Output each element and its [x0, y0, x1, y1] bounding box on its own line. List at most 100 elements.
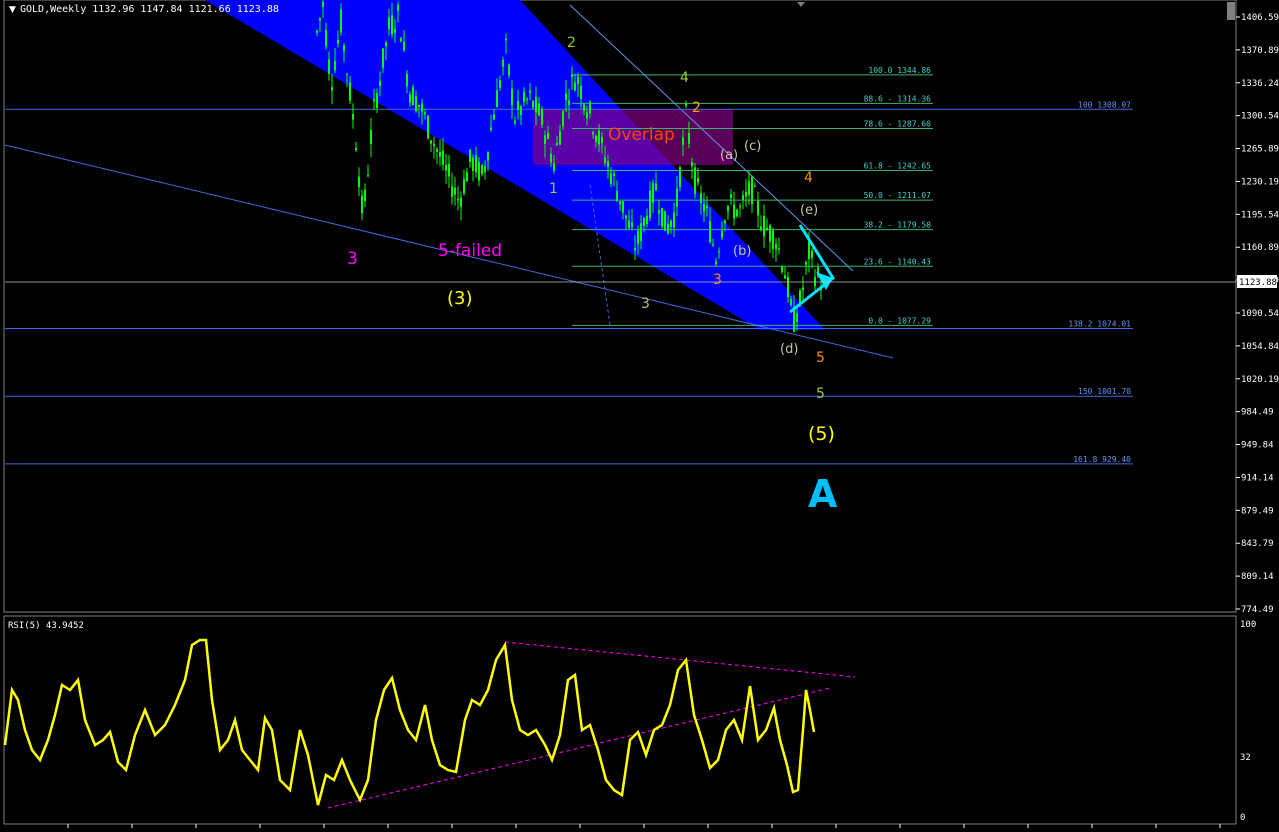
candle-body [337, 40, 339, 44]
candle-body [721, 230, 723, 238]
candle-body [628, 220, 630, 229]
candle-body [325, 29, 327, 47]
rsi-tick-32: 32 [1240, 753, 1251, 763]
candle-body [763, 215, 765, 237]
candle-body [700, 193, 702, 204]
candle-body [814, 277, 816, 287]
wave-label: (5) [808, 423, 835, 445]
price-tick-label: 1336.24 [1241, 79, 1279, 89]
overlap-label: Overlap [608, 125, 675, 145]
candle-body [565, 93, 567, 100]
candle-body [508, 64, 510, 76]
price-tick-label: 1370.89 [1241, 46, 1279, 56]
candle-body [622, 201, 624, 213]
candle-body [328, 59, 330, 74]
wave-label: 3 [347, 249, 358, 269]
wave-label: (c) [744, 139, 761, 154]
candle-body [742, 195, 744, 200]
candle-body [634, 248, 636, 251]
candle-body [403, 41, 405, 51]
candle-body [730, 194, 732, 198]
rsi-tick-0: 0 [1240, 813, 1245, 823]
candle-body [442, 150, 444, 165]
candle-body [532, 101, 534, 108]
candle-body [388, 17, 390, 30]
candle-body [436, 148, 438, 152]
candle-body [466, 172, 468, 182]
fib-level-label: 88.6 - 1314.36 [864, 94, 932, 103]
candle-body [619, 201, 621, 205]
candle-body [367, 174, 369, 176]
price-tick-label: 879.49 [1241, 506, 1274, 516]
wave-label: 4 [680, 70, 689, 86]
candle-body [511, 88, 513, 106]
wave-label: (b) [733, 244, 751, 259]
candle-body [412, 86, 414, 106]
wave-label: (e) [800, 203, 818, 218]
candle-body [391, 15, 393, 35]
candle-body [556, 142, 558, 145]
price-tick-label: 914.14 [1241, 473, 1274, 483]
candle-body [376, 93, 378, 108]
candle-body [379, 80, 381, 86]
menu-triangle-icon[interactable]: ▼ [9, 5, 16, 15]
candle-body [718, 251, 720, 253]
candle-body [550, 153, 552, 163]
trading-chart-window[interactable]: 100.0 1344.86 88.6 - 1314.36 78.6 - 1287.6… [0, 0, 1279, 828]
candle-body [439, 152, 441, 157]
fib-level-label: 23.6 - 1140.43 [864, 257, 932, 266]
candle-body [517, 101, 519, 110]
candle-body [445, 164, 447, 171]
candle-body [802, 287, 804, 291]
price-tick-label: 1265.89 [1241, 145, 1279, 155]
current-price-label: 1123.88 [1239, 278, 1277, 288]
candle-body [811, 250, 813, 258]
price-tick-label: 1300.54 [1241, 112, 1279, 122]
candle-body [592, 132, 594, 135]
candle-body [418, 104, 420, 107]
candle-body [457, 198, 459, 201]
candle-body [463, 179, 465, 194]
candle-body [784, 275, 786, 279]
candle-body [775, 243, 777, 250]
candle-body [493, 114, 495, 120]
candle-body [655, 183, 657, 190]
candle-body [385, 42, 387, 47]
price-tick-label: 1406.59 [1241, 13, 1279, 23]
candle-body [754, 185, 756, 187]
candle-body [421, 103, 423, 112]
candle-body [553, 163, 555, 171]
price-tick-label: 1090.54 [1241, 309, 1279, 319]
candle-body [544, 135, 546, 144]
candle-body [541, 109, 543, 125]
wave-label: (3) [447, 288, 473, 309]
candle-body [640, 223, 642, 241]
candle-body [796, 313, 798, 322]
candle-body [487, 152, 489, 161]
candle-body [424, 112, 426, 115]
fib-level-label: 100.0 1344.86 [868, 66, 931, 75]
candle-body [538, 103, 540, 116]
candle-body [691, 162, 693, 167]
extension-level-label: 100 1308.07 [1078, 100, 1131, 109]
wave-label: 1 [549, 181, 558, 197]
candle-body [397, 4, 399, 11]
candle-body [505, 38, 507, 41]
candle-body [748, 181, 750, 195]
candle-body [526, 98, 528, 100]
price-tick-label: 1195.54 [1241, 210, 1279, 220]
candle-body [577, 76, 579, 84]
candle-body [373, 99, 375, 102]
candle-body [472, 157, 474, 171]
candle-body [460, 197, 462, 207]
candle-body [352, 113, 354, 120]
candle-body [688, 133, 690, 144]
scroll-handle[interactable] [1227, 2, 1235, 20]
candle-body [649, 190, 651, 218]
price-tick-label: 949.84 [1241, 441, 1274, 451]
candle-body [562, 111, 564, 126]
wave-label: 2 [567, 35, 576, 51]
chart-canvas[interactable]: 100.0 1344.86 88.6 - 1314.36 78.6 - 1287.6… [0, 0, 1279, 828]
candle-body [601, 136, 603, 143]
price-tick-label: 843.79 [1241, 539, 1274, 549]
